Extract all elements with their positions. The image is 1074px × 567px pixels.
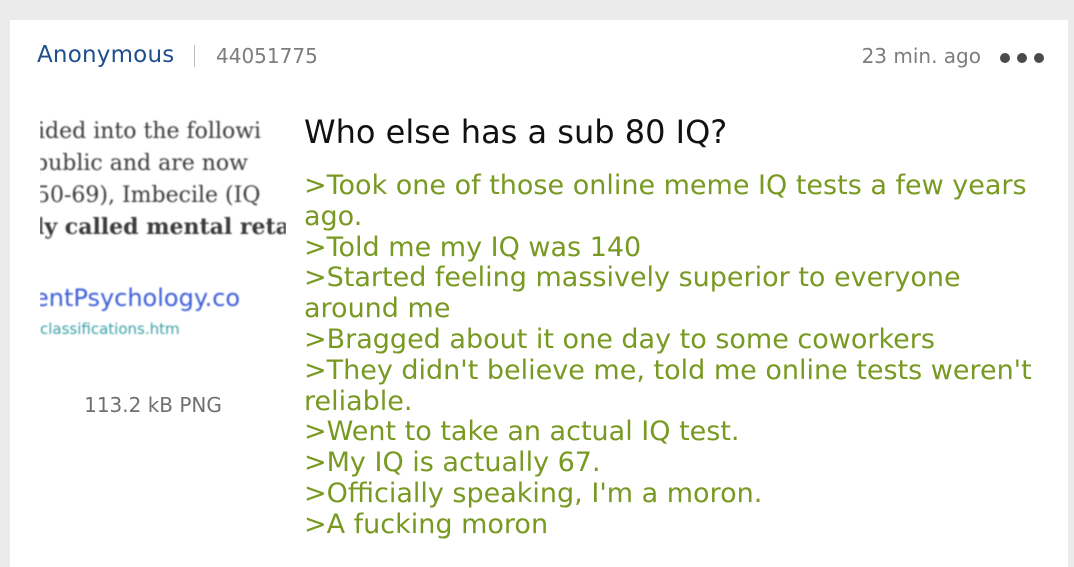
more-options-icon[interactable] bbox=[1000, 53, 1044, 63]
file-info: 113.2 kB PNG bbox=[84, 393, 222, 417]
greentext-line: >They didn't believe me, told me online … bbox=[304, 354, 1032, 417]
thumbnail-text-line: public and are now bbox=[40, 151, 248, 176]
greentext-line: >Officially speaking, I'm a moron. bbox=[304, 477, 763, 509]
greentext-line: >Told me my IQ was 140 bbox=[304, 231, 642, 263]
thumbnail-link-text: entPsychology.co bbox=[40, 284, 240, 312]
post-body: >Took one of those online meme IQ tests … bbox=[304, 170, 1044, 541]
thumbnail-link-text: classifications.htm bbox=[40, 320, 180, 338]
post-thumbnail[interactable]: ided into the followi public and are now… bbox=[40, 100, 286, 354]
post-id[interactable]: 44051775 bbox=[216, 44, 318, 68]
thumbnail-text-line: ly called mental reta bbox=[40, 214, 286, 240]
post-title: Who else has a sub 80 IQ? bbox=[304, 113, 728, 151]
greentext-line: >A fucking moron bbox=[304, 508, 549, 540]
greentext-line: >Bragged about it one day to some cowork… bbox=[304, 323, 935, 355]
greentext-line: >Started feeling massively superior to e… bbox=[304, 262, 961, 325]
post-header: Anonymous 44051775 23 min. ago bbox=[37, 42, 1044, 72]
post-author[interactable]: Anonymous bbox=[37, 42, 174, 68]
post-timestamp: 23 min. ago bbox=[861, 44, 981, 68]
thumbnail-text-line: 50-69), Imbecile (IQ bbox=[40, 183, 260, 208]
greentext-line: >My IQ is actually 67. bbox=[304, 447, 601, 479]
header-divider bbox=[194, 45, 195, 67]
post-card: Anonymous 44051775 23 min. ago ided into… bbox=[10, 20, 1068, 567]
greentext-line: >Took one of those online meme IQ tests … bbox=[304, 170, 1027, 232]
thumbnail-text-line: ided into the followi bbox=[40, 119, 261, 144]
greentext-line: >Went to take an actual IQ test. bbox=[304, 416, 740, 448]
